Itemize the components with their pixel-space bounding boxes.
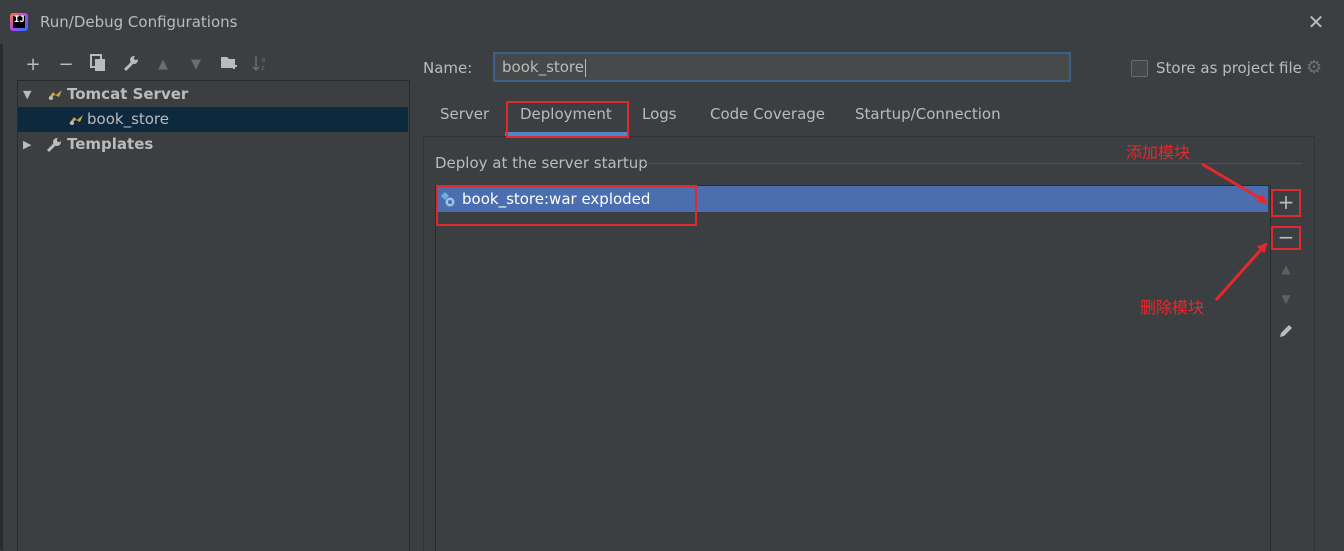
wrench-icon	[46, 138, 61, 153]
tree-group-label: Templates	[67, 135, 154, 153]
tree-group-templates[interactable]: ▶ Templates	[18, 132, 408, 157]
sort-icon[interactable]: az	[250, 54, 272, 76]
move-down-icon[interactable]: ▼	[185, 54, 207, 76]
add-icon[interactable]: +	[22, 54, 44, 76]
tomcat-icon	[48, 90, 62, 100]
text-cursor	[585, 58, 587, 77]
window-edge	[0, 44, 3, 550]
name-input[interactable]: book_store	[493, 52, 1071, 82]
highlight-deployment-item	[436, 185, 697, 226]
tree-group-tomcat-server[interactable]: ▼ Tomcat Server	[18, 82, 408, 107]
name-input-value: book_store	[502, 58, 585, 76]
tree-item-book-store[interactable]: book_store	[18, 107, 408, 132]
tree-group-label: Tomcat Server	[67, 85, 189, 103]
intellij-app-icon: IJ	[10, 13, 28, 31]
deploy-group-label: Deploy at the server startup	[435, 154, 648, 172]
wrench-icon[interactable]	[120, 54, 142, 76]
name-label: Name:	[423, 59, 473, 77]
window-title: Run/Debug Configurations	[40, 13, 238, 31]
copy-icon[interactable]	[87, 54, 109, 76]
expand-arrow-icon[interactable]: ▼	[23, 82, 31, 107]
close-icon[interactable]: ✕	[1306, 12, 1326, 32]
svg-text:a: a	[261, 56, 265, 64]
remove-icon[interactable]: −	[55, 54, 77, 76]
highlight-deployment-tab	[506, 101, 629, 138]
expand-arrow-icon[interactable]: ▶	[23, 132, 31, 157]
tree-item-label: book_store	[87, 110, 170, 128]
tab-server[interactable]: Server	[440, 105, 489, 127]
gear-icon[interactable]: ⚙	[1306, 59, 1324, 77]
move-up-icon[interactable]: ▲	[152, 54, 174, 76]
tab-code-coverage[interactable]: Code Coverage	[710, 105, 825, 127]
new-folder-icon[interactable]	[218, 54, 240, 76]
tomcat-icon	[69, 115, 83, 125]
tab-startup-connection[interactable]: Startup/Connection	[855, 105, 1001, 127]
annotation-add-module: 添加模块	[1126, 143, 1191, 162]
tab-logs[interactable]: Logs	[642, 105, 677, 127]
store-as-project-file-checkbox[interactable]	[1131, 60, 1148, 77]
store-as-project-file-label[interactable]: Store as project file	[1156, 59, 1302, 77]
svg-text:z: z	[261, 64, 265, 72]
annotation-remove-module: 删除模块	[1140, 298, 1205, 317]
